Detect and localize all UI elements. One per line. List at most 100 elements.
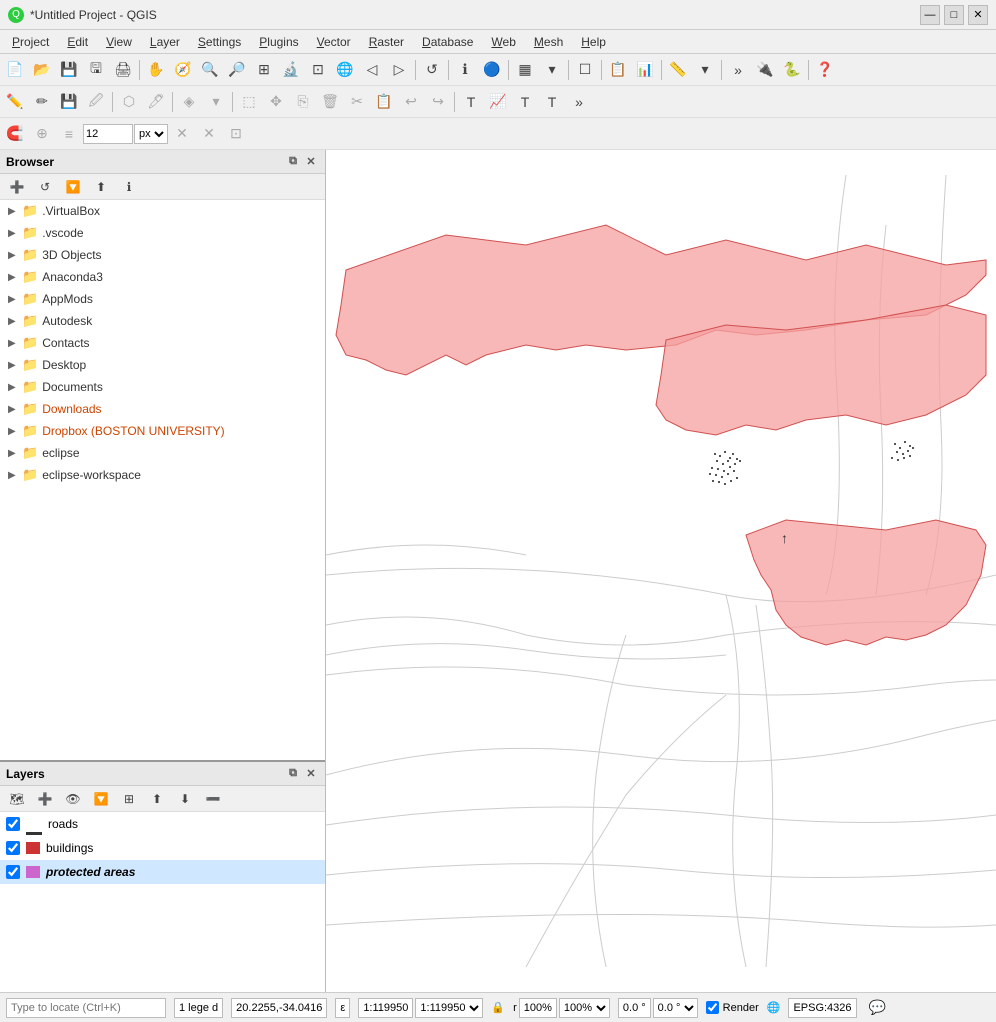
browser-item-documents[interactable]: ▶ 📁 Documents xyxy=(0,376,325,398)
redo-button[interactable]: ↪ xyxy=(425,89,451,115)
snap-magnet[interactable]: 🧲 xyxy=(2,121,28,147)
zoom-out-button[interactable]: 🔎 xyxy=(224,57,250,83)
browser-item-desktop[interactable]: ▶ 📁 Desktop xyxy=(0,354,325,376)
vertex-dropdown[interactable]: ▾ xyxy=(203,89,229,115)
zoom-rubber-band[interactable]: ⊞ xyxy=(251,57,277,83)
browser-item-virtualbox[interactable]: ▶ 📁 .VirtualBox xyxy=(0,200,325,222)
browser-item-appmods[interactable]: ▶ 📁 AppMods xyxy=(0,288,325,310)
minimize-button[interactable]: — xyxy=(920,5,940,25)
layer-item-protected-areas[interactable]: protected areas xyxy=(0,860,325,884)
select-button[interactable]: ▦ xyxy=(512,57,538,83)
select-feature-tool[interactable]: ⬚ xyxy=(236,89,262,115)
more-digitize[interactable]: » xyxy=(566,89,592,115)
pan-tool[interactable]: ✋ xyxy=(143,57,169,83)
zoom-full-button[interactable]: 🌐 xyxy=(332,57,358,83)
layer-item-roads[interactable]: roads xyxy=(0,812,325,836)
undo-button[interactable]: ↩ xyxy=(398,89,424,115)
messages-button[interactable]: 💬 xyxy=(865,995,891,1021)
render-checkbox[interactable] xyxy=(706,1001,719,1014)
browser-refresh[interactable]: ↺ xyxy=(32,174,58,200)
locate-search[interactable] xyxy=(6,998,166,1018)
measure-line[interactable]: 📏 xyxy=(665,57,691,83)
layers-select-by-location[interactable]: ⊞ xyxy=(116,786,142,812)
identify-button[interactable]: ℹ xyxy=(452,57,478,83)
add-feature[interactable]: 🖉 xyxy=(83,89,109,115)
layer-protected-areas-checkbox[interactable] xyxy=(6,865,20,879)
browser-item-anaconda3[interactable]: ▶ 📁 Anaconda3 xyxy=(0,266,325,288)
zoom-in-button[interactable]: 🔍 xyxy=(197,57,223,83)
layers-move-up[interactable]: ⬆ xyxy=(144,786,170,812)
snap-btn1[interactable]: ⊕ xyxy=(29,121,55,147)
menu-web[interactable]: Web xyxy=(483,33,523,51)
menu-view[interactable]: View xyxy=(98,33,140,51)
layers-panel-icons[interactable]: ⧉ ✕ xyxy=(285,766,319,782)
browser-add-layer[interactable]: ➕ xyxy=(4,174,30,200)
layers-move-down[interactable]: ⬇ xyxy=(172,786,198,812)
snap-btn3[interactable]: ✕ xyxy=(196,121,222,147)
browser-filter[interactable]: 🔽 xyxy=(60,174,86,200)
layer-item-buildings[interactable]: buildings xyxy=(0,836,325,860)
open-project-button[interactable]: 📂 xyxy=(29,57,55,83)
snap-value-input[interactable]: 12 xyxy=(83,124,133,144)
pan-north-button[interactable]: 🧭 xyxy=(170,57,196,83)
zoom-last-button[interactable]: ◁ xyxy=(359,57,385,83)
current-edits-button[interactable]: ✏️ xyxy=(2,89,28,115)
digitize-btn1[interactable]: ⬡ xyxy=(116,89,142,115)
menu-help[interactable]: Help xyxy=(573,33,614,51)
zoom-select[interactable]: 100% 75% 50% xyxy=(559,998,610,1018)
scale-field[interactable]: 1:119950 xyxy=(358,998,413,1018)
menu-raster[interactable]: Raster xyxy=(361,33,412,51)
scale-select[interactable]: 1:119950 1:50000 xyxy=(415,998,483,1018)
browser-item-3dobjects[interactable]: ▶ 📁 3D Objects xyxy=(0,244,325,266)
layers-remove[interactable]: ➖ xyxy=(200,786,226,812)
menu-vector[interactable]: Vector xyxy=(309,33,359,51)
browser-close-button[interactable]: ✕ xyxy=(303,154,319,170)
layers-float-button[interactable]: ⧉ xyxy=(285,766,301,782)
browser-float-button[interactable]: ⧉ xyxy=(285,154,301,170)
snap-cross[interactable]: ✕ xyxy=(169,121,195,147)
browser-item-eclipse-workspace[interactable]: ▶ 📁 eclipse-workspace xyxy=(0,464,325,486)
diagram-tool[interactable]: 📈 xyxy=(485,89,511,115)
browser-item-autodesk[interactable]: ▶ 📁 Autodesk xyxy=(0,310,325,332)
snap-btn2[interactable]: ≡ xyxy=(56,121,82,147)
layers-close-button[interactable]: ✕ xyxy=(303,766,319,782)
statistics-button[interactable]: 📊 xyxy=(632,57,658,83)
rotation-select[interactable]: 0.0 ° xyxy=(653,998,698,1018)
crs-field[interactable]: EPSG:4326 xyxy=(788,998,856,1018)
layer-roads-checkbox[interactable] xyxy=(6,817,20,831)
snap-unit-select[interactable]: px m xyxy=(134,124,168,144)
open-attribute-table[interactable]: 📋 xyxy=(605,57,631,83)
move-labels[interactable]: T xyxy=(539,89,565,115)
save-as-button[interactable]: 🖫 xyxy=(83,57,109,83)
select-dropdown[interactable]: ▾ xyxy=(539,57,565,83)
layer-buildings-checkbox[interactable] xyxy=(6,841,20,855)
menu-database[interactable]: Database xyxy=(414,33,481,51)
digitize-btn2[interactable]: 🖊 xyxy=(143,89,169,115)
menu-edit[interactable]: Edit xyxy=(59,33,96,51)
delete-feature[interactable]: 🗑 xyxy=(317,89,343,115)
layers-show-hide[interactable]: 👁 xyxy=(60,786,86,812)
snap-btn4[interactable]: ⊡ xyxy=(223,121,249,147)
more-tools[interactable]: » xyxy=(725,57,751,83)
cut-feature[interactable]: ✂ xyxy=(344,89,370,115)
new-project-button[interactable]: 📄 xyxy=(2,57,28,83)
close-button[interactable]: ✕ xyxy=(968,5,988,25)
deselect-button[interactable]: ☐ xyxy=(572,57,598,83)
print-button[interactable]: 🖨 xyxy=(110,57,136,83)
browser-item-vscode[interactable]: ▶ 📁 .vscode xyxy=(0,222,325,244)
menu-mesh[interactable]: Mesh xyxy=(526,33,571,51)
measure-dropdown[interactable]: ▾ xyxy=(692,57,718,83)
help-button[interactable]: ❓ xyxy=(812,57,838,83)
menu-layer[interactable]: Layer xyxy=(142,33,188,51)
browser-collapse[interactable]: ⬆ xyxy=(88,174,114,200)
browser-panel-icons[interactable]: ⧉ ✕ xyxy=(285,154,319,170)
zoom-field[interactable]: 100% xyxy=(519,998,557,1018)
browser-item-downloads[interactable]: ▶ 📁 Downloads xyxy=(0,398,325,420)
pin-labels[interactable]: T xyxy=(512,89,538,115)
info-button[interactable]: 🔵 xyxy=(479,57,505,83)
maximize-button[interactable]: □ xyxy=(944,5,964,25)
zoom-to-layer[interactable]: 🔬 xyxy=(278,57,304,83)
plugins-button[interactable]: 🔌 xyxy=(752,57,778,83)
zoom-next-button[interactable]: ▷ xyxy=(386,57,412,83)
zoom-to-selection[interactable]: ⊡ xyxy=(305,57,331,83)
